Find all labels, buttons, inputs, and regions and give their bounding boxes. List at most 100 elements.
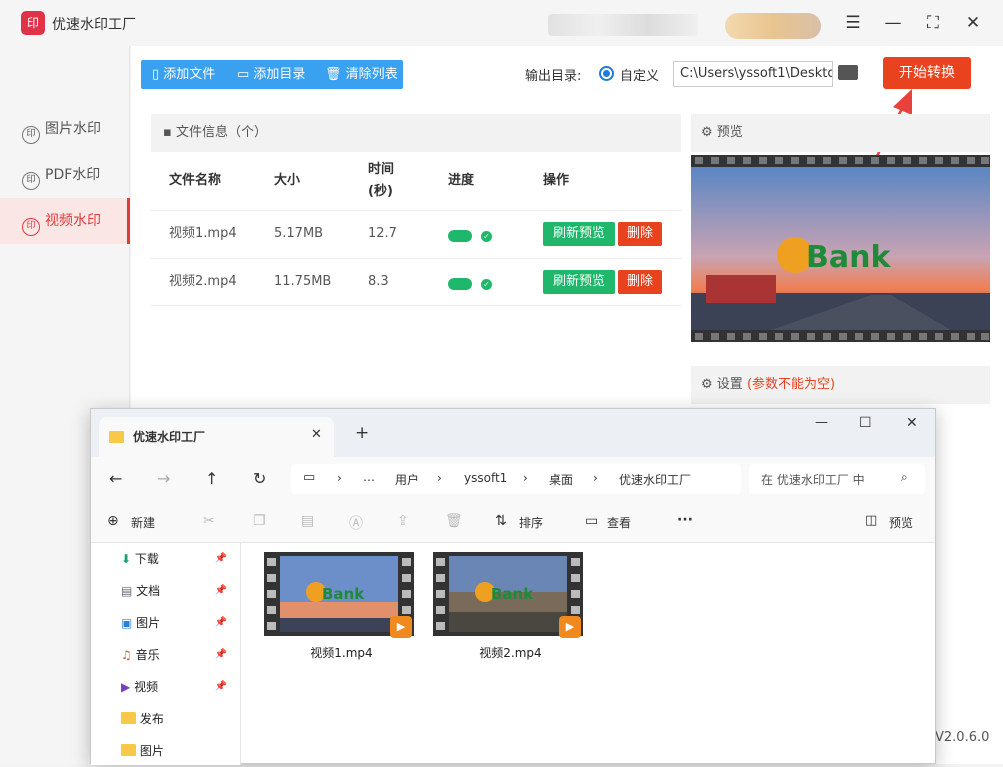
picture-icon: ▣ xyxy=(121,616,133,630)
breadcrumb-users[interactable]: 用户 xyxy=(395,471,419,488)
delete-button[interactable]: 删除 xyxy=(618,270,662,294)
file-explorer-window: 优速水印工厂 ✕ + — ☐ ✕ ← → ↑ ↻ ▭ › … 用户 › ysso… xyxy=(90,408,936,765)
sidebar-item-label: PDF水印 xyxy=(45,167,101,183)
breadcrumb-folder[interactable]: 优速水印工厂 xyxy=(619,471,691,488)
media-player-icon: ▶ xyxy=(559,616,581,638)
rename-icon[interactable]: Ⓐ xyxy=(349,513,363,533)
tab-close-icon[interactable]: ✕ xyxy=(311,427,322,442)
music-icon: ♫ xyxy=(121,648,132,662)
clear-list-button[interactable]: 🗑 清除列表 xyxy=(325,60,398,89)
cut-icon[interactable]: ✂ xyxy=(203,513,215,529)
refresh-preview-button[interactable]: 刷新预览 xyxy=(543,270,615,294)
folder-icon: ▭ xyxy=(237,67,254,82)
pin-icon: 📌 xyxy=(214,649,227,660)
explorer-close-button[interactable]: ✕ xyxy=(906,415,918,431)
new-tab-button[interactable]: + xyxy=(355,423,369,443)
nav-item-pictures[interactable]: ▣ 图片 📌 xyxy=(121,607,231,639)
gear-icon: ⚙ xyxy=(701,377,717,392)
thumbnail-watermark-text: Bank xyxy=(491,585,534,603)
sidebar-item-label: 图片水印 xyxy=(45,121,101,137)
breadcrumb-more[interactable]: … xyxy=(363,470,375,484)
delete-icon[interactable]: 🗑 xyxy=(445,513,463,529)
file-item-video2[interactable]: Bank ▶ 视频2.mp4 xyxy=(433,552,588,667)
nav-item-publish[interactable]: 发布 xyxy=(121,703,231,735)
view-button[interactable]: 查看 xyxy=(607,514,631,531)
add-directory-label: 添加目录 xyxy=(253,67,306,82)
file-item-video1[interactable]: Bank ▶ 视频1.mp4 xyxy=(264,552,419,667)
version-label: V2.0.6.0 xyxy=(935,730,990,745)
sidebar-item-pdf-watermark[interactable]: 印 PDF水印 xyxy=(0,152,130,198)
custom-output-radio[interactable] xyxy=(599,66,614,81)
search-input[interactable]: 在 优速水印工厂 中 ⌕ xyxy=(749,464,925,494)
media-player-icon: ▶ xyxy=(390,616,412,638)
file-duration: 12.7 xyxy=(368,226,397,241)
explorer-minimize-button[interactable]: — xyxy=(815,415,828,430)
breadcrumb-user[interactable]: yssoft1 xyxy=(464,471,507,485)
preview-title: 预览 xyxy=(716,125,743,140)
folder-icon xyxy=(121,712,136,724)
file-size: 11.75MB xyxy=(274,274,332,289)
sidebar-item-image-watermark[interactable]: 印图片水印 xyxy=(0,106,130,152)
refresh-icon[interactable]: ↻ xyxy=(253,469,266,488)
download-icon: ⬇ xyxy=(121,552,132,566)
breadcrumb[interactable]: ▭ › … 用户 › yssoft1 › 桌面 › 优速水印工厂 xyxy=(291,464,741,494)
plus-icon[interactable]: ⊕ xyxy=(107,513,119,529)
check-icon: ✓ xyxy=(481,231,492,242)
delete-button[interactable]: 删除 xyxy=(618,222,662,246)
add-file-label: 添加文件 xyxy=(163,67,216,82)
view-icon: ▭ xyxy=(585,513,599,529)
nav-item-documents[interactable]: ▤ 文档 📌 xyxy=(121,575,231,607)
refresh-preview-button[interactable]: 刷新预览 xyxy=(543,222,615,246)
nav-item-downloads[interactable]: ⬇ 下载 📌 xyxy=(121,543,231,575)
breadcrumb-desktop[interactable]: 桌面 xyxy=(549,471,573,488)
maximize-button[interactable]: ⛶ xyxy=(920,10,946,36)
sort-icon: ⇅ xyxy=(495,513,507,529)
menu-icon[interactable]: ☰ xyxy=(840,10,866,36)
more-options-button[interactable]: ··· xyxy=(677,512,693,528)
new-button[interactable]: 新建 xyxy=(131,514,155,531)
add-file-button[interactable]: ▯ 添加文件 xyxy=(152,60,215,89)
copy-icon[interactable]: ❐ xyxy=(253,513,266,529)
sort-button[interactable]: 排序 xyxy=(519,514,543,531)
file-icon: ▯ xyxy=(152,67,164,82)
progress-bar xyxy=(448,278,472,290)
col-size: 大小 xyxy=(274,173,301,188)
trash-icon: 🗑 xyxy=(325,67,346,82)
watermark-icon: 印 xyxy=(22,172,40,190)
nav-item-videos[interactable]: ▶ 视频 📌 xyxy=(121,671,231,703)
add-directory-button[interactable]: ▭ 添加目录 xyxy=(237,60,305,89)
close-button[interactable]: ✕ xyxy=(960,10,986,36)
pin-icon: 📌 xyxy=(214,585,227,596)
up-arrow-icon[interactable]: ↑ xyxy=(205,469,218,488)
folder-icon xyxy=(109,431,124,443)
sidebar-item-video-watermark[interactable]: 印视频水印 xyxy=(0,198,130,244)
explorer-nav-pane: ⬇ 下载 📌 ▤ 文档 📌 ▣ 图片 📌 ♫ 音乐 📌 ▶ 视频 📌 发布 图片 xyxy=(91,543,241,765)
thumbnail-watermark-text: Bank xyxy=(322,585,365,603)
col-progress: 进度 xyxy=(448,173,475,188)
output-path-input[interactable]: C:\Users\yssoft1\Deskto xyxy=(673,61,833,87)
clear-list-label: 清除列表 xyxy=(345,67,398,82)
minimize-button[interactable]: — xyxy=(880,10,906,36)
nav-item-label: 音乐 xyxy=(135,648,160,662)
custom-output-label: 自定义 xyxy=(620,69,660,84)
col-duration: 时间 xyxy=(368,162,395,177)
preview-image: Bank xyxy=(691,155,990,342)
share-icon[interactable]: ⇪ xyxy=(397,513,409,529)
explorer-tab[interactable]: 优速水印工厂 ✕ xyxy=(99,417,334,457)
paste-icon[interactable]: ▤ xyxy=(301,513,314,529)
output-dir-label: 输出目录: xyxy=(525,69,582,84)
nav-item-label: 文档 xyxy=(136,584,161,598)
settings-title: 设置 xyxy=(716,377,743,392)
browse-folder-icon[interactable] xyxy=(838,65,858,80)
back-arrow-icon[interactable]: ← xyxy=(109,469,122,488)
settings-note: (参数不能为空) xyxy=(746,377,836,392)
nav-item-music[interactable]: ♫ 音乐 📌 xyxy=(121,639,231,671)
col-filename: 文件名称 xyxy=(169,173,222,188)
explorer-tab-title: 优速水印工厂 xyxy=(133,430,206,444)
preview-pane-button[interactable]: 预览 xyxy=(889,514,913,531)
pin-icon: 📌 xyxy=(214,617,227,628)
explorer-maximize-button[interactable]: ☐ xyxy=(859,415,872,431)
nav-item-pictures-folder[interactable]: 图片 xyxy=(121,735,231,767)
nav-item-label: 视频 xyxy=(134,680,159,694)
forward-arrow-icon[interactable]: → xyxy=(157,469,170,488)
